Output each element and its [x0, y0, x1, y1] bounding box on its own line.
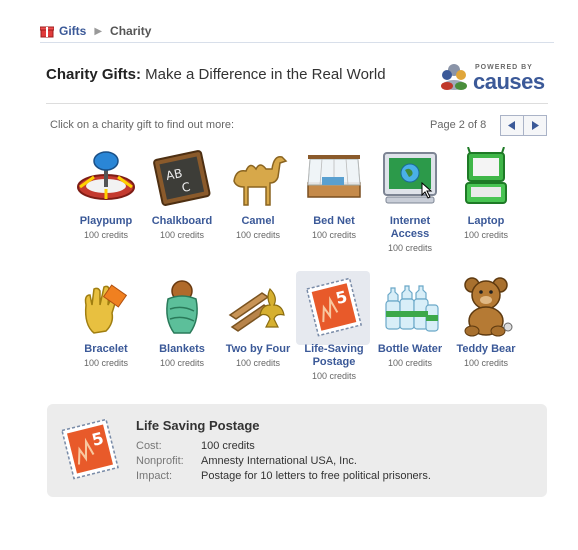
- breadcrumb-separator-icon: ▶: [94, 25, 103, 37]
- gift-bottle-water[interactable]: Bottle Water 100 credits: [374, 275, 446, 369]
- next-page-button[interactable]: [523, 115, 547, 136]
- gift-credits: 100 credits: [463, 230, 509, 240]
- gift-chalkboard[interactable]: AB C Chalkboard 100 credits: [146, 147, 218, 241]
- arrow-right-icon: [532, 121, 539, 130]
- arrow-left-icon: [508, 121, 515, 130]
- detail-nonprofit-row: Nonprofit: Amnesty International USA, Inc…: [136, 455, 357, 467]
- causes-brand: causes: [473, 69, 545, 94]
- breadcrumb: Gifts ▶ Charity: [40, 22, 151, 40]
- gift-box-icon: [40, 26, 54, 37]
- gift-credits: 100 credits: [83, 358, 129, 368]
- gift-credits: 100 credits: [159, 358, 205, 368]
- nonprofit-label: Nonprofit:: [136, 455, 184, 467]
- nonprofit-value: Amnesty International USA, Inc.: [201, 455, 357, 467]
- divider: [40, 42, 554, 43]
- stamp-icon: 5: [305, 277, 363, 337]
- gift-name: Bottle Water: [377, 343, 443, 355]
- gift-credits: 100 credits: [387, 358, 433, 368]
- gift-name: Camel: [241, 215, 275, 227]
- gift-life-saving-postage[interactable]: 5 Life-Saving Postage 100 credits: [296, 271, 370, 382]
- gift-name: Bed Net: [313, 215, 355, 227]
- camel-icon: [233, 156, 288, 206]
- lumber-icon: [228, 287, 285, 332]
- gift-credits: 100 credits: [463, 358, 509, 368]
- page-indicator: Page 2 of 8: [430, 119, 487, 131]
- instructions-text: Click on a charity gift to find out more…: [50, 119, 235, 131]
- gift-credits: 100 credits: [235, 358, 281, 368]
- breadcrumb-current: Charity: [110, 24, 152, 38]
- divider: [46, 103, 548, 104]
- gift-credits: 100 credits: [311, 230, 357, 240]
- detail-impact-row: Impact: Postage for 10 letters to free po…: [136, 470, 431, 482]
- breadcrumb-gifts-link[interactable]: Gifts: [59, 24, 86, 38]
- gift-camel[interactable]: Camel 100 credits: [222, 147, 294, 241]
- bracelet-icon: [84, 284, 128, 334]
- gift-teddy-bear[interactable]: Teddy Bear 100 credits: [450, 275, 522, 369]
- causes-people-icon: [441, 64, 467, 90]
- gift-credits: 100 credits: [235, 230, 281, 240]
- detail-cost-row: Cost: 100 credits: [136, 440, 255, 452]
- gift-name: Playpump: [79, 215, 133, 227]
- bed-net-icon: [307, 155, 361, 198]
- laptop-icon: [465, 147, 507, 204]
- gift-name: Life-Saving Postage: [304, 343, 364, 368]
- blankets-icon: [166, 280, 198, 334]
- prev-page-button[interactable]: [500, 115, 524, 136]
- gift-credits: 100 credits: [159, 230, 205, 240]
- gift-name: Laptop: [467, 215, 505, 227]
- gift-name: Bracelet: [84, 343, 128, 355]
- computer-icon: [383, 152, 437, 204]
- gift-credits: 100 credits: [387, 243, 433, 253]
- powered-by-causes-logo[interactable]: POWERED BY causes: [439, 61, 549, 94]
- impact-label: Impact:: [136, 470, 173, 482]
- gift-name: Chalkboard: [151, 215, 213, 227]
- gift-laptop[interactable]: Laptop 100 credits: [450, 147, 522, 241]
- impact-value: Postage for 10 letters to free political…: [201, 470, 431, 482]
- cost-label: Cost:: [136, 440, 162, 452]
- cost-value: 100 credits: [201, 440, 255, 452]
- teddy-bear-icon: [464, 277, 513, 337]
- gift-blankets[interactable]: Blankets 100 credits: [146, 275, 218, 369]
- gift-detail-panel: 5 Life Saving Postage Cost: 100 credits N…: [47, 404, 547, 497]
- gift-bracelet[interactable]: Bracelet 100 credits: [70, 275, 142, 369]
- gift-name: Teddy Bear: [456, 343, 516, 355]
- playpump-icon: [77, 151, 135, 200]
- water-bottles-icon: [385, 285, 439, 332]
- gift-playpump[interactable]: Playpump 100 credits: [70, 147, 142, 241]
- gift-internet-access[interactable]: Internet Access 100 credits: [374, 147, 446, 254]
- page-title: Charity Gifts: Make a Difference in the …: [46, 66, 386, 83]
- gift-credits: 100 credits: [83, 230, 129, 240]
- chalkboard-icon: AB C: [153, 150, 211, 206]
- gift-name: Internet Access: [389, 215, 431, 240]
- gift-bed-net[interactable]: Bed Net 100 credits: [298, 147, 370, 241]
- stamp-icon: 5: [61, 418, 119, 480]
- gift-credits: 100 credits: [311, 371, 357, 381]
- gift-name: Blankets: [159, 343, 205, 355]
- detail-title: Life Saving Postage: [136, 418, 260, 433]
- gift-name: Two by Four: [225, 343, 291, 355]
- gift-two-by-four[interactable]: Two by Four 100 credits: [222, 275, 294, 369]
